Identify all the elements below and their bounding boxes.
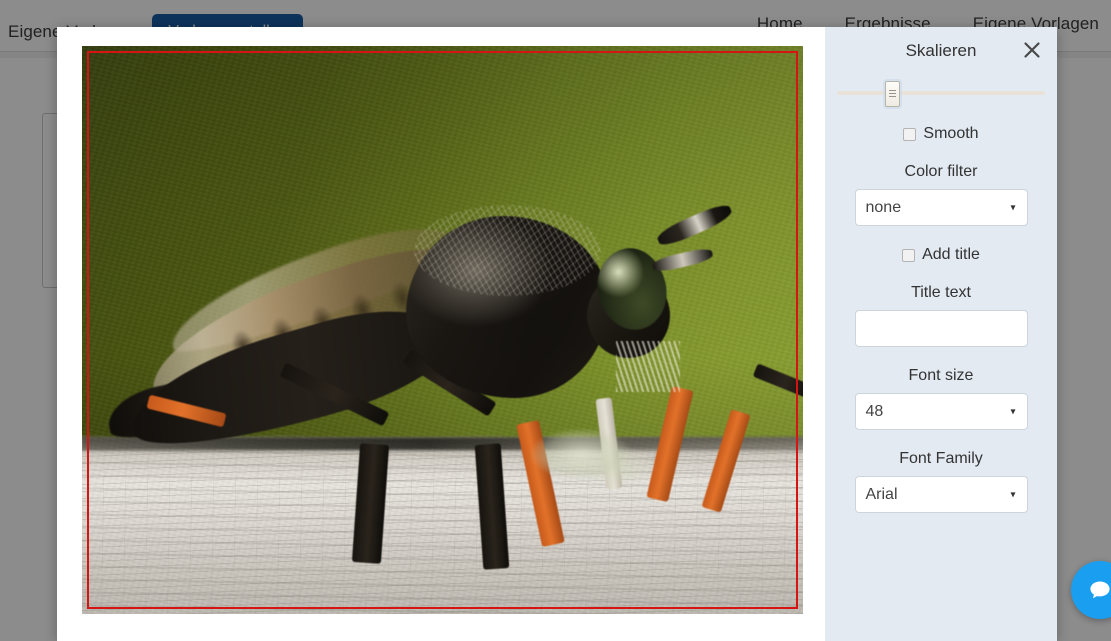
modal-body: Skalieren Smooth Color filter none ▾ Add… [57, 27, 1057, 641]
fly-proboscis-bristles [615, 341, 681, 393]
fly-leg-orange-rear [701, 408, 752, 513]
color-filter-control: none ▾ [854, 189, 1028, 226]
fly-antenna-upper [654, 201, 735, 250]
color-filter-value: none [865, 198, 902, 216]
font-size-label: Font size [908, 367, 974, 384]
color-filter-field: Color filter none ▾ [825, 163, 1057, 226]
scale-slider[interactable] [837, 81, 1045, 107]
scale-slider-track[interactable] [837, 91, 1045, 95]
slider-grip-line [888, 90, 896, 91]
fly-prey [529, 420, 659, 495]
title-text-label: Title text [911, 284, 971, 301]
smooth-label: Smooth [923, 125, 979, 142]
smooth-checkbox[interactable] [903, 127, 917, 141]
add-title-checkbox-row[interactable]: Add title [825, 246, 1057, 264]
fly-antenna-lower [650, 246, 714, 274]
fly-leg-far-right [752, 363, 803, 401]
font-family-label: Font Family [899, 450, 983, 467]
canvas-area [57, 27, 824, 641]
title-text-control [854, 310, 1028, 347]
smooth-field: Smooth [825, 125, 1057, 143]
font-family-select[interactable]: Arial [854, 476, 1028, 513]
smooth-checkbox-row[interactable]: Smooth [825, 125, 1057, 143]
scale-slider-thumb[interactable] [884, 81, 900, 107]
color-filter-label: Color filter [904, 163, 978, 180]
font-size-select[interactable]: 48 [854, 393, 1028, 430]
font-size-value: 48 [865, 402, 884, 420]
font-size-field: Font size 48 ▾ [825, 367, 1057, 430]
font-family-field: Font Family Arial ▾ [825, 450, 1057, 513]
slider-grip-line [888, 96, 896, 97]
panel-header: Skalieren [825, 27, 1057, 73]
title-text-field: Title text [825, 284, 1057, 347]
font-size-control: 48 ▾ [854, 393, 1028, 430]
editor-controls-panel: Skalieren Smooth Color filter none ▾ Add… [824, 27, 1057, 641]
close-x-icon[interactable] [1021, 39, 1043, 61]
fly-leg-rear-lower [351, 442, 389, 564]
app-root: Eigene Vorlagen Vorlage erstellen Home E… [0, 0, 1111, 641]
title-text-input[interactable] [854, 310, 1028, 347]
add-title-field: Add title [825, 246, 1057, 264]
fly-illustration [82, 46, 803, 614]
image-canvas[interactable] [82, 46, 803, 614]
font-family-value: Arial [865, 485, 898, 503]
slider-grip-line [888, 93, 896, 94]
font-family-control: Arial ▾ [854, 476, 1028, 513]
image-editor-modal: Skalieren Smooth Color filter none ▾ Add… [57, 27, 1057, 641]
fly-thorax-bristles [413, 205, 602, 296]
robber-fly-photo [82, 46, 803, 614]
color-filter-select[interactable]: none [854, 189, 1028, 226]
add-title-label: Add title [922, 246, 980, 263]
add-title-checkbox[interactable] [902, 248, 916, 262]
fly-leg-mid-lower [474, 442, 509, 570]
